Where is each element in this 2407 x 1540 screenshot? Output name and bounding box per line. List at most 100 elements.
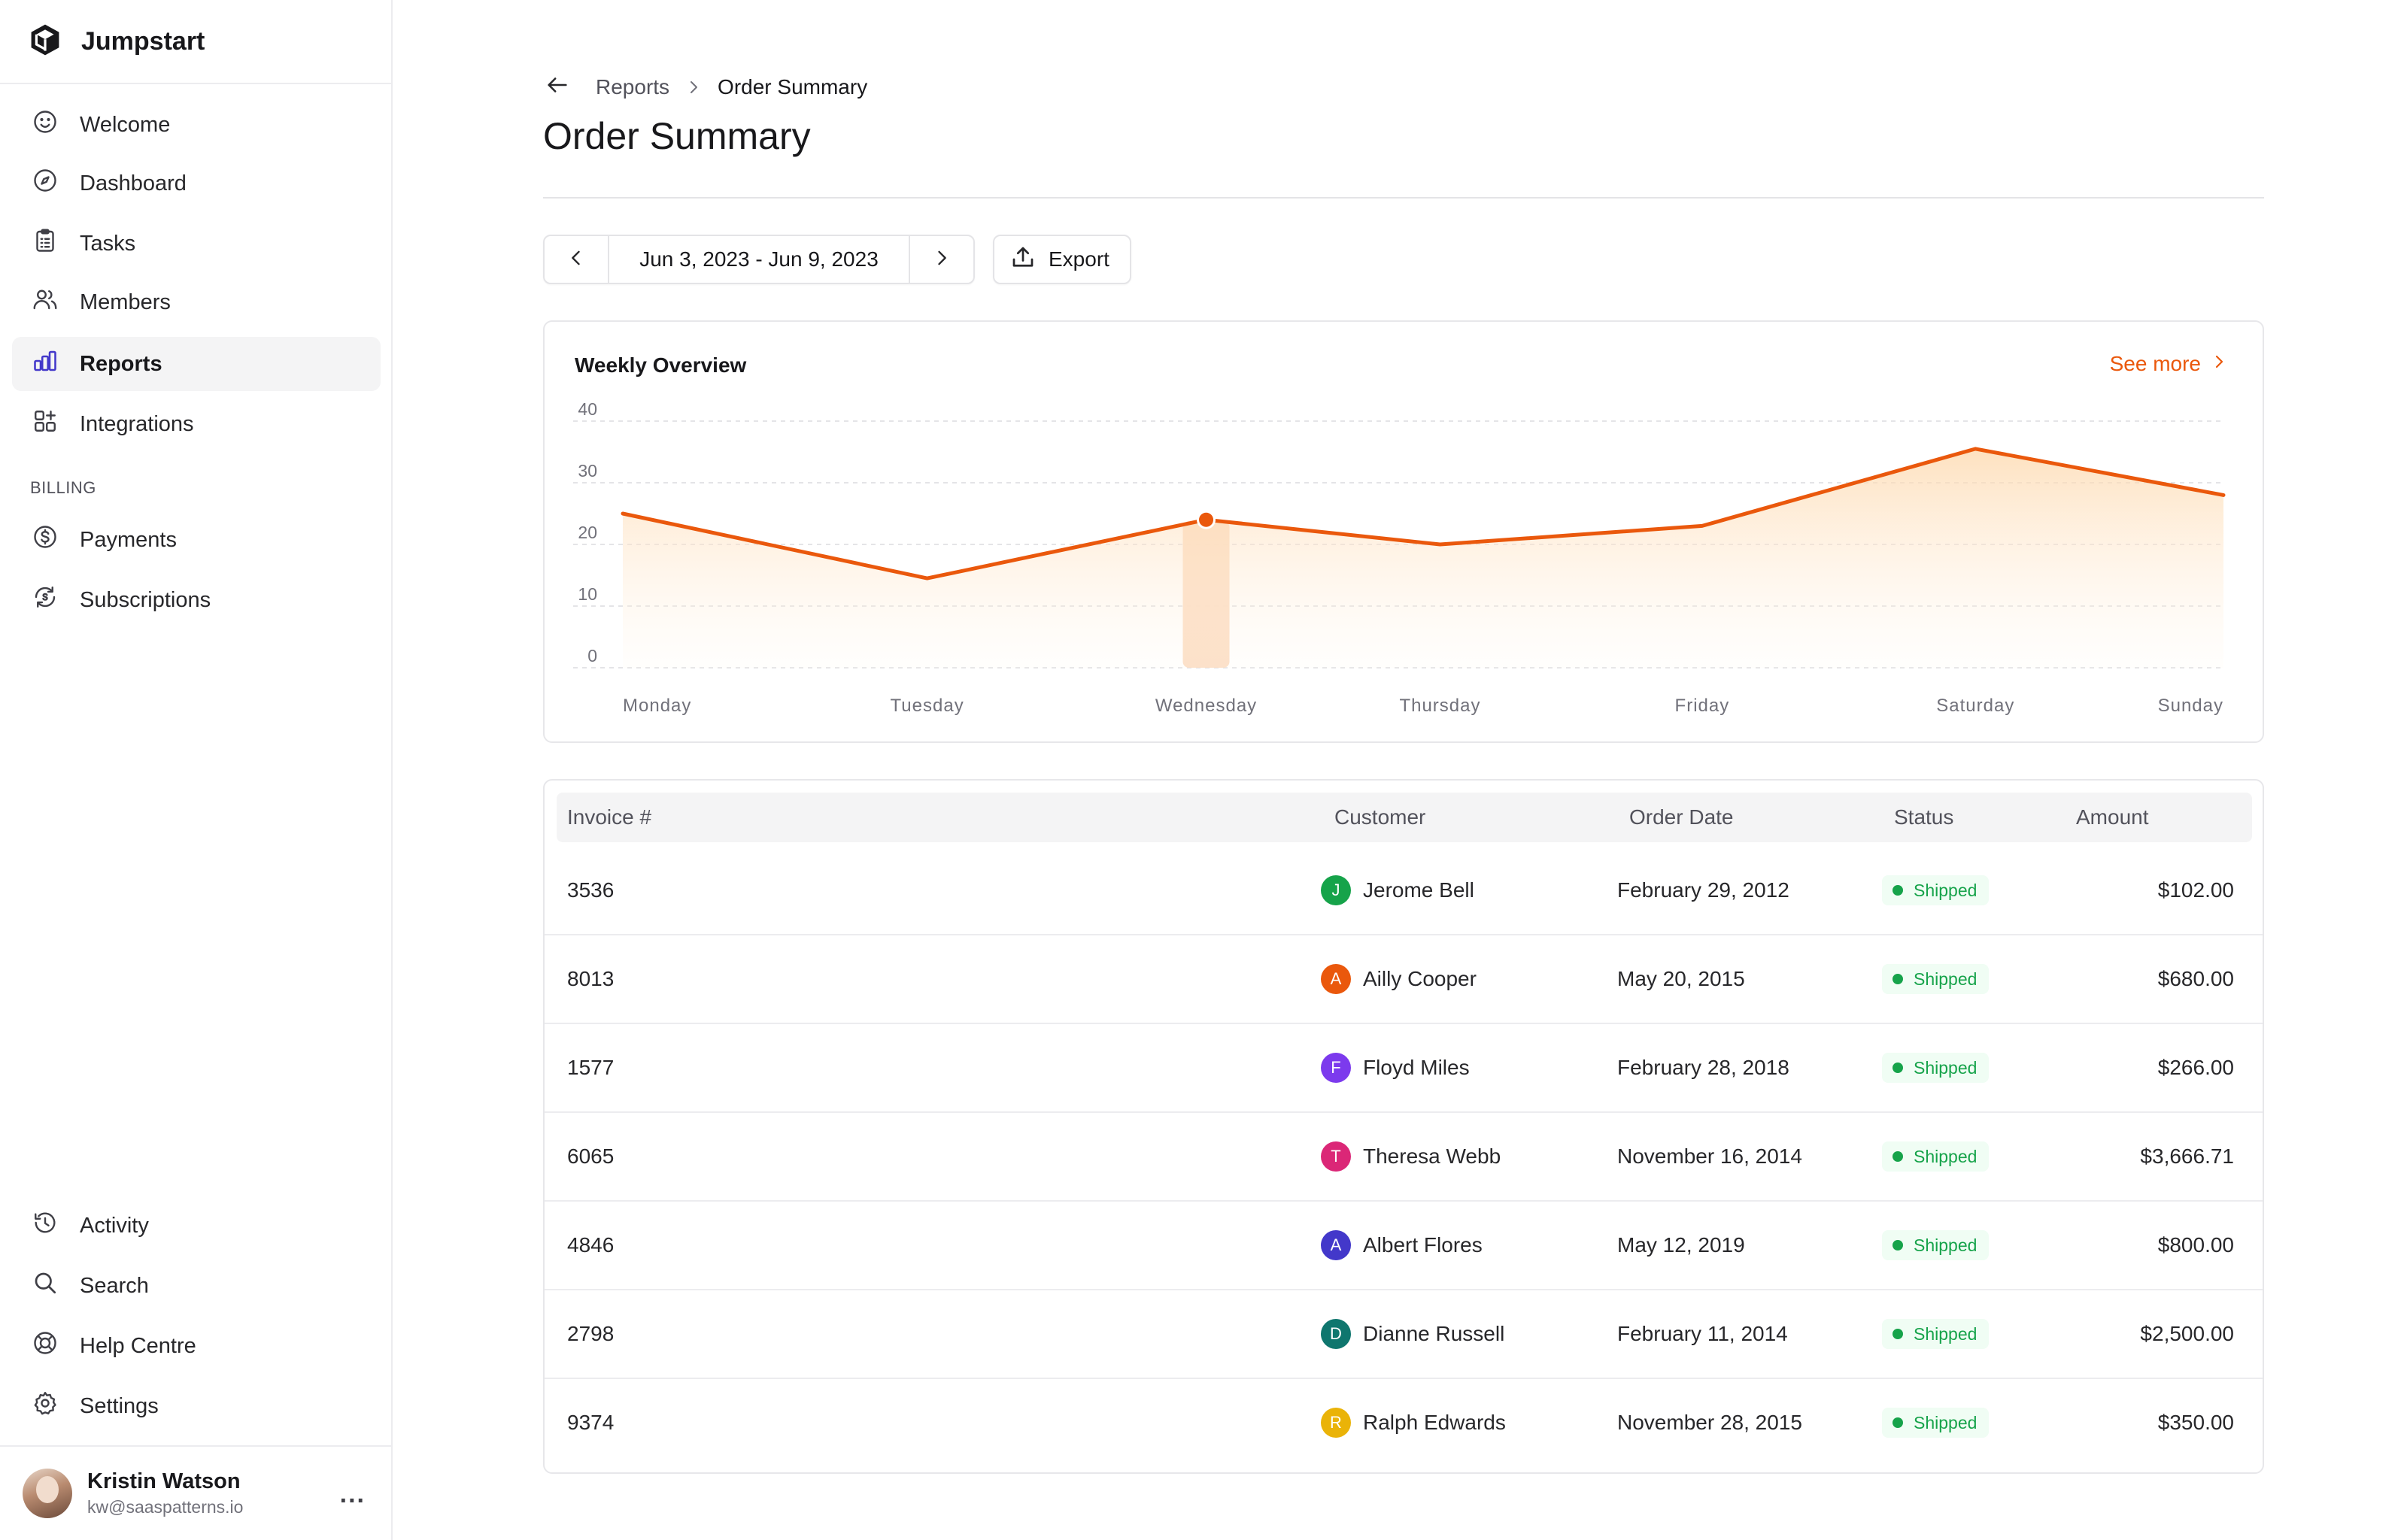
customer-name: Dianne Russell: [1363, 1322, 1505, 1345]
status-badge: Shipped: [1882, 964, 1990, 994]
status-dot: [1893, 885, 1903, 896]
sidebar-item-activity[interactable]: Activity: [12, 1199, 381, 1253]
sidebar-item-label: Tasks: [80, 231, 136, 256]
amount: $3,666.71: [2140, 1144, 2234, 1168]
x-tick-label: Wednesday: [1155, 696, 1257, 716]
data-point: [1698, 521, 1707, 530]
x-tick-label: Saturday: [1936, 696, 2014, 716]
status-cell: Shipped: [1882, 1023, 1990, 1113]
back-arrow-icon[interactable]: [545, 72, 570, 103]
customer-cell: F Floyd Miles: [1321, 1023, 1470, 1113]
status-cell: Shipped: [1882, 934, 1990, 1024]
previous-range-button[interactable]: [545, 236, 609, 283]
chevron-right-icon: [669, 78, 718, 96]
brand[interactable]: Jumpstart: [0, 0, 391, 84]
users-icon: [32, 286, 59, 319]
orders-table: Invoice # Customer Order Date Status Amo…: [543, 779, 2264, 1474]
status-label: Shipped: [1914, 1057, 1978, 1078]
export-button[interactable]: Export: [993, 235, 1131, 284]
status-label: Shipped: [1914, 880, 1978, 900]
table-row[interactable]: 3536 J Jerome Bell February 29, 2012 Shipped…: [545, 845, 2263, 935]
export-label: Export: [1049, 247, 1109, 271]
customer-avatar: A: [1321, 964, 1351, 994]
status-label: Shipped: [1914, 1323, 1978, 1344]
status-badge: Shipped: [1882, 1408, 1990, 1438]
status-badge: Shipped: [1882, 1141, 1990, 1172]
status-badge: Shipped: [1882, 1230, 1990, 1260]
sidebar-item-subscriptions[interactable]: Subscriptions: [12, 573, 381, 627]
sidebar-item-dashboard[interactable]: Dashboard: [12, 156, 381, 211]
status-dot: [1893, 1063, 1903, 1073]
date-range-picker: Jun 3, 2023 - Jun 9, 2023: [543, 235, 975, 284]
status-badge: Shipped: [1882, 1053, 1990, 1083]
sidebar-item-integrations[interactable]: Integrations: [12, 397, 381, 451]
compass-icon: [32, 167, 59, 200]
amount: $2,500.00: [2140, 1322, 2234, 1345]
page-title: Order Summary: [543, 115, 811, 157]
status-dot: [1893, 1240, 1903, 1250]
amount: $680.00: [2157, 967, 2234, 990]
more-menu-button[interactable]: ...: [340, 1480, 366, 1509]
column-header-invoice[interactable]: Invoice #: [567, 793, 651, 842]
status-cell: Shipped: [1882, 1111, 1990, 1202]
data-point: [2219, 490, 2228, 499]
sidebar-item-label: Payments: [80, 527, 177, 552]
status-dot: [1893, 1329, 1903, 1339]
customer-name: Floyd Miles: [1363, 1056, 1470, 1079]
customer-name: Theresa Webb: [1363, 1144, 1501, 1168]
customer-avatar: D: [1321, 1319, 1351, 1349]
table-row[interactable]: 9374 R Ralph Edwards November 28, 2015 Shipp…: [545, 1378, 2263, 1468]
customer-name: Jerome Bell: [1363, 878, 1474, 902]
sidebar-item-label: Dashboard: [80, 171, 187, 196]
user-profile[interactable]: Kristin Watson kw@saaspatterns.io ...: [0, 1445, 391, 1540]
column-header-amount[interactable]: Amount: [2076, 793, 2149, 842]
column-header-order-date[interactable]: Order Date: [1629, 793, 1734, 842]
y-tick-label: 40: [578, 399, 597, 419]
invoice-number: 4846: [567, 1233, 615, 1257]
table-row[interactable]: 4846 A Albert Flores May 12, 2019 Shipped $80…: [545, 1200, 2263, 1290]
date-range-label[interactable]: Jun 3, 2023 - Jun 9, 2023: [609, 247, 909, 271]
divider: [543, 197, 2264, 199]
sidebar-item-reports[interactable]: Reports: [12, 337, 381, 391]
next-range-button[interactable]: [909, 236, 973, 283]
invoice-number: 9374: [567, 1411, 615, 1434]
status-cell: Shipped: [1882, 1378, 1990, 1468]
column-header-customer[interactable]: Customer: [1334, 793, 1425, 842]
sidebar-item-tasks[interactable]: Tasks: [12, 217, 381, 271]
avatar: [23, 1469, 72, 1518]
status-badge: Shipped: [1882, 875, 1990, 905]
invoice-number: 6065: [567, 1144, 615, 1168]
order-date: May 12, 2019: [1617, 1233, 1745, 1257]
customer-name: Ralph Edwards: [1363, 1411, 1506, 1434]
sidebar-item-search[interactable]: Search: [12, 1259, 381, 1313]
sidebar-item-members[interactable]: Members: [12, 275, 381, 329]
x-tick-label: Thursday: [1399, 696, 1480, 716]
clipboard-icon: [32, 227, 59, 260]
sidebar-item-welcome[interactable]: Welcome: [12, 98, 381, 152]
table-row[interactable]: 2798 D Dianne Russell February 11, 2014 Ship…: [545, 1289, 2263, 1379]
sidebar-item-help-centre[interactable]: Help Centre: [12, 1319, 381, 1373]
table-row[interactable]: 6065 T Theresa Webb November 16, 2014 Shippe…: [545, 1111, 2263, 1202]
table-header: Invoice # Customer Order Date Status Amo…: [557, 793, 2252, 842]
status-dot: [1893, 1417, 1903, 1428]
lifebuoy-icon: [32, 1329, 59, 1363]
table-row[interactable]: 8013 A Ailly Cooper May 20, 2015 Shipped $680…: [545, 934, 2263, 1024]
column-header-status[interactable]: Status: [1894, 793, 1953, 842]
table-row[interactable]: 1577 F Floyd Miles February 28, 2018 Shipped…: [545, 1023, 2263, 1113]
status-cell: Shipped: [1882, 1289, 1990, 1379]
user-name: Kristin Watson: [87, 1469, 241, 1493]
breadcrumb-link-reports[interactable]: Reports: [596, 75, 669, 99]
sidebar-item-label: Integrations: [80, 411, 194, 436]
status-label: Shipped: [1914, 1412, 1978, 1432]
weekly-overview-chart: 0 10 20 30 40 Monday Tuesday Wednesday Thursday F…: [573, 399, 2228, 716]
status-dot: [1893, 1151, 1903, 1162]
sidebar-item-settings[interactable]: Settings: [12, 1379, 381, 1433]
status-label: Shipped: [1914, 1146, 1978, 1166]
data-point: [1971, 444, 1980, 453]
sidebar-item-label: Settings: [80, 1393, 159, 1418]
dollar-circle-icon: [32, 523, 59, 556]
sidebar-item-payments[interactable]: Payments: [12, 513, 381, 567]
invoice-number: 3536: [567, 878, 615, 902]
amount: $800.00: [2157, 1233, 2234, 1257]
y-tick-label: 0: [587, 646, 597, 665]
